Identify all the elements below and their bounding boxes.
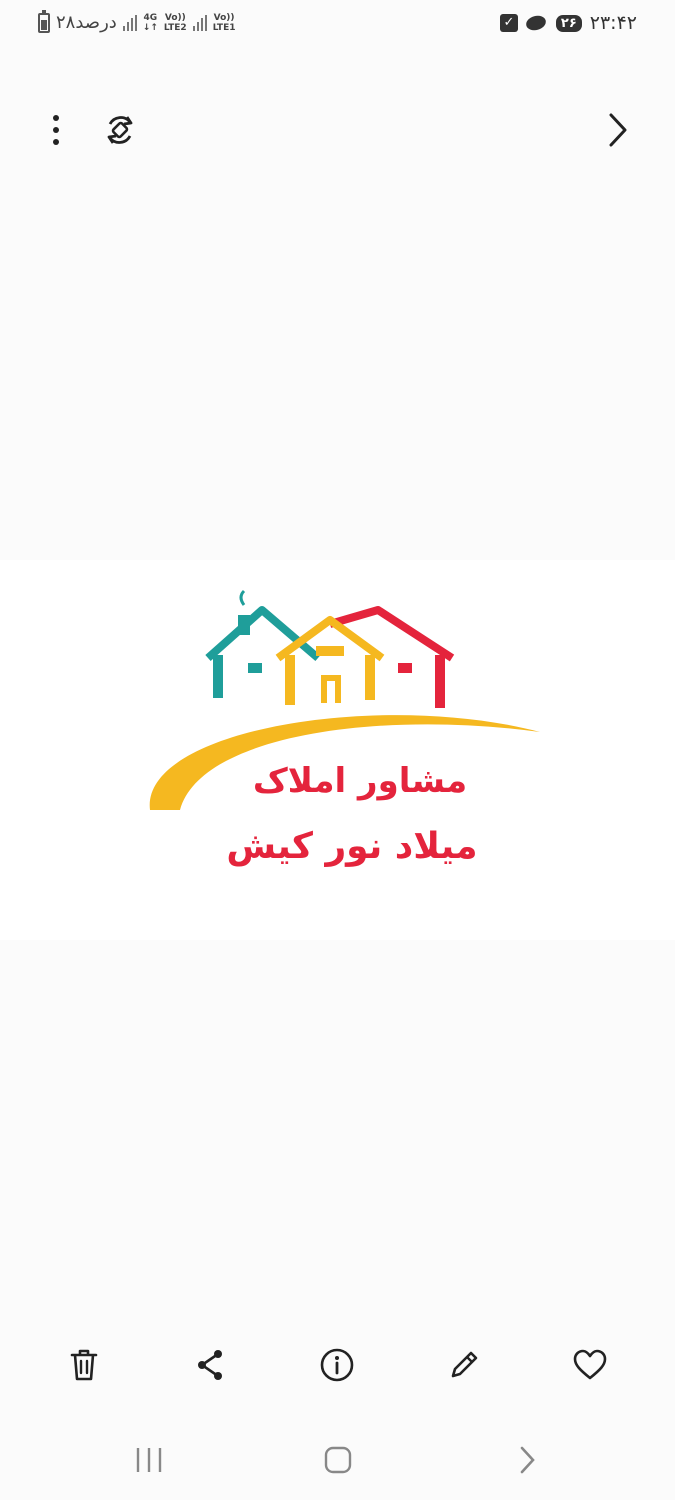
info-icon bbox=[320, 1348, 354, 1382]
battery-icon bbox=[38, 9, 50, 33]
logo-text-line-1: مشاور املاک bbox=[253, 761, 467, 801]
logo-text-line-2: میلاد نور کیش bbox=[226, 826, 477, 867]
recents-icon bbox=[136, 1448, 162, 1472]
action-bar bbox=[0, 1335, 675, 1395]
logo-image: مشاور املاک میلاد نور کیش bbox=[149, 589, 540, 867]
more-options-button[interactable] bbox=[34, 108, 78, 152]
clock: ۲۳:۴۲ bbox=[589, 12, 637, 34]
battery-text: ۲۸درصد bbox=[56, 12, 117, 33]
rotate-icon bbox=[107, 116, 133, 144]
edit-icon bbox=[451, 1351, 478, 1378]
rotate-button[interactable] bbox=[98, 108, 142, 152]
photo-view[interactable]: مشاور املاک میلاد نور کیش bbox=[0, 560, 675, 940]
signal-icon-2 bbox=[192, 14, 207, 31]
app-notification-icon bbox=[526, 14, 548, 32]
details-button[interactable] bbox=[313, 1341, 361, 1389]
back-icon bbox=[520, 1446, 535, 1474]
favorite-icon bbox=[573, 1349, 607, 1380]
signal-icon bbox=[122, 14, 137, 31]
teal-house-roof bbox=[205, 606, 321, 662]
home-icon bbox=[324, 1446, 352, 1474]
notification-badge: ۲۶ bbox=[555, 14, 582, 32]
network-indicator-2: 4G ↓↑ bbox=[142, 12, 158, 33]
delete-button[interactable] bbox=[60, 1341, 108, 1389]
status-left: ۲۸درصد 4G ↓↑ Vo)) LTE2 Vo)) LTE1 bbox=[38, 9, 236, 33]
system-nav-bar bbox=[0, 1425, 675, 1495]
viewer-toolbar bbox=[0, 100, 675, 160]
delete-icon bbox=[70, 1349, 98, 1381]
recents-button[interactable] bbox=[124, 1435, 174, 1485]
more-vert-icon bbox=[53, 115, 59, 145]
network-indicator-lte1: Vo)) LTE1 bbox=[212, 12, 236, 33]
network-indicator-lte2: Vo)) LTE2 bbox=[163, 12, 187, 33]
share-button[interactable] bbox=[186, 1341, 234, 1389]
status-bar: ۲۸درصد 4G ↓↑ Vo)) LTE2 Vo)) LTE1 ✓ ۲۶ ۲۳… bbox=[0, 0, 675, 52]
status-right: ✓ ۲۶ ۲۳:۴۲ bbox=[499, 12, 637, 34]
favorite-button[interactable] bbox=[566, 1341, 614, 1389]
back-button[interactable] bbox=[502, 1435, 552, 1485]
home-button[interactable] bbox=[313, 1435, 363, 1485]
check-notification-icon: ✓ bbox=[499, 14, 518, 32]
edit-button[interactable] bbox=[440, 1341, 488, 1389]
chevron-right-icon bbox=[609, 113, 627, 147]
next-image-button[interactable] bbox=[595, 108, 639, 152]
share-icon bbox=[198, 1350, 222, 1380]
